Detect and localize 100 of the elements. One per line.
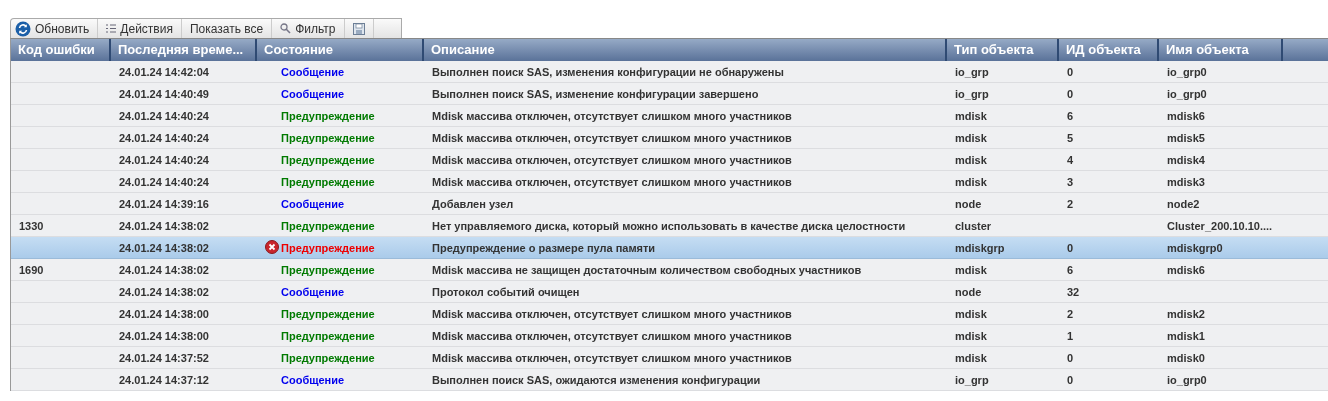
table-row[interactable]: 24.01.24 14:38:00 Предупреждение Mdisk массива отключен, отсутствует слишком много участников mdisk 2 mdisk2: [11, 303, 1328, 325]
table-cell: io_grp: [955, 88, 989, 100]
status-text: Предупреждение: [281, 154, 375, 166]
table-cell: node: [955, 198, 982, 210]
table-cell: 0: [1067, 66, 1074, 78]
table-cell: 1: [1067, 330, 1074, 342]
table-cell: mdisk6: [1167, 264, 1205, 276]
table-cell: mdisk: [955, 176, 987, 188]
table-cell: 3: [1067, 176, 1074, 188]
toolbar-button[interactable]: Фильтр: [272, 19, 345, 38]
status-text: Предупреждение: [281, 352, 375, 364]
error-icon: [265, 240, 279, 254]
refresh-icon: [15, 20, 31, 37]
table-cell: io_grp0: [1167, 66, 1207, 78]
table-cell: Выполнен поиск SAS, изменения конфигурации не обнаружены: [432, 66, 784, 78]
status-text: Предупреждение: [281, 330, 375, 342]
table-row[interactable]: 24.01.24 14:40:24 Предупреждение Mdisk массива отключен, отсутствует слишком много участников mdisk 5 mdisk5: [11, 127, 1328, 149]
toolbar-button[interactable]: Действия: [98, 19, 182, 38]
table-row[interactable]: 1690 24.01.24 14:38:02 Предупреждение Mdisk массива не защищен достаточным количеством свободных участников mdisk 6 mdisk6: [11, 259, 1328, 281]
table-cell: 24.01.24 14:40:24: [119, 176, 209, 188]
table-cell: Mdisk массива отключен, отсутствует слишком много участников: [432, 352, 792, 364]
toolbar-button[interactable]: Показать все: [181, 19, 273, 38]
table-cell: node: [955, 286, 982, 298]
status-text: Предупреждение: [281, 220, 375, 232]
table-row[interactable]: 24.01.24 14:40:24 Предупреждение Mdisk массива отключен, отсутствует слишком много участников mdisk 3 mdisk3: [11, 171, 1328, 193]
status-text: Предупреждение: [281, 242, 375, 254]
table-row[interactable]: 24.01.24 14:38:00 Предупреждение Mdisk массива отключен, отсутствует слишком много участников mdisk 1 mdisk1: [11, 325, 1328, 347]
table-cell: Mdisk массива отключен, отсутствует слишком много участников: [432, 308, 792, 320]
table-cell: Предупреждение о размере пула памяти: [432, 242, 656, 254]
table-row[interactable]: 24.01.24 14:38:02 Предупреждение Предупреждение о размере пула памяти mdiskgrp 0 mdiskgrp0: [11, 237, 1328, 259]
status-text: Сообщение: [281, 88, 345, 100]
table-cell: 2: [1067, 308, 1074, 320]
table-cell: Mdisk массива не защищен достаточным количеством свободных участников: [432, 264, 862, 276]
table-cell: 6: [1067, 110, 1074, 122]
toolbar-button[interactable]: Обновить: [11, 19, 99, 38]
table-cell: mdiskgrp0: [1167, 242, 1223, 254]
table-cell: io_grp: [955, 66, 989, 78]
table-cell: Протокол событий очищен: [432, 286, 580, 298]
table-cell: Mdisk массива отключен, отсутствует слишком много участников: [432, 176, 792, 188]
table-cell: Выполнен поиск SAS, ожидаются изменения конфигурации: [432, 374, 761, 386]
table-cell: 24.01.24 14:39:16: [119, 198, 209, 210]
status-text: Предупреждение: [281, 308, 375, 320]
table-cell: 24.01.24 14:40:24: [119, 132, 209, 144]
table-row[interactable]: 24.01.24 14:37:12 Сообщение Выполнен поиск SAS, ожидаются изменения конфигурации io_grp 0 io_grp0: [11, 369, 1328, 391]
table-cell: 0: [1067, 242, 1074, 254]
table-cell: 1690: [19, 264, 44, 276]
table-cell: io_grp0: [1167, 374, 1207, 386]
save-icon: [352, 22, 365, 35]
status-text: Предупреждение: [281, 264, 375, 276]
table-cell: io_grp: [955, 374, 989, 386]
table-cell: Выполнен поиск SAS, изменение конфигурации завершено: [432, 88, 759, 100]
table-cell: mdiskgrp: [955, 242, 1005, 254]
table-cell: mdisk3: [1167, 176, 1205, 188]
status-text: Сообщение: [281, 66, 345, 78]
table-cell: 0: [1067, 88, 1074, 100]
table-cell: node2: [1167, 198, 1200, 210]
table-row[interactable]: 1330 24.01.24 14:38:02 Предупреждение Нет управляемого диска, который можно использовать в качестве диска целостности cluster Cluster_200.10.10....: [11, 215, 1328, 237]
table-cell: mdisk0: [1167, 352, 1205, 364]
search-icon: [280, 23, 292, 34]
table-row[interactable]: 24.01.24 14:40:24 Предупреждение Mdisk массива отключен, отсутствует слишком много участников mdisk 6 mdisk6: [11, 105, 1328, 127]
table-cell: Mdisk массива отключен, отсутствует слишком много участников: [432, 330, 792, 342]
table-cell: 24.01.24 14:42:04: [119, 66, 209, 78]
table-cell: mdisk: [955, 264, 987, 276]
table-cell: mdisk: [955, 132, 987, 144]
table-row[interactable]: 24.01.24 14:42:04 Сообщение Выполнен поиск SAS, изменения конфигурации не обнаружены io_grp 0 io_grp0: [11, 61, 1328, 83]
table-row[interactable]: 24.01.24 14:40:24 Предупреждение Mdisk массива отключен, отсутствует слишком много участников mdisk 4 mdisk4: [11, 149, 1328, 171]
table-cell: 24.01.24 14:38:00: [119, 308, 209, 320]
table-cell: 24.01.24 14:40:24: [119, 154, 209, 166]
table-cell: Cluster_200.10.10....: [1167, 220, 1273, 232]
table-cell: 24.01.24 14:38:02: [119, 286, 209, 298]
table-cell: 24.01.24 14:38:02: [119, 220, 209, 232]
table-cell: mdisk: [955, 308, 987, 320]
table-cell: mdisk1: [1167, 330, 1205, 342]
table-cell: Mdisk массива отключен, отсутствует слишком много участников: [432, 110, 792, 122]
table-row[interactable]: 24.01.24 14:38:02 Сообщение Протокол событий очищен node 32: [11, 281, 1328, 303]
table-cell: 24.01.24 14:38:02: [119, 242, 209, 254]
table-cell: 0: [1067, 352, 1074, 364]
table-cell: mdisk5: [1167, 132, 1205, 144]
table-cell: 24.01.24 14:38:02: [119, 264, 209, 276]
table-cell: mdisk2: [1167, 308, 1205, 320]
table-cell: mdisk: [955, 110, 987, 122]
table-cell: 5: [1067, 132, 1074, 144]
table-cell: mdisk: [955, 330, 987, 342]
table-cell: 2: [1067, 198, 1074, 210]
status-text: Сообщение: [281, 374, 345, 386]
table-cell: Mdisk массива отключен, отсутствует слишком много участников: [432, 154, 792, 166]
status-text: Сообщение: [281, 286, 345, 298]
table-cell: Mdisk массива отключен, отсутствует слишком много участников: [432, 132, 792, 144]
table-cell: 6: [1067, 264, 1074, 276]
table-cell: 1330: [19, 220, 44, 232]
table-cell: Добавлен узел: [432, 198, 514, 210]
table-cell: 24.01.24 14:37:52: [119, 352, 209, 364]
table-cell: 24.01.24 14:37:12: [119, 374, 209, 386]
table-cell: mdisk: [955, 154, 987, 166]
table-cell: io_grp0: [1167, 88, 1207, 100]
table-row[interactable]: 24.01.24 14:37:52 Предупреждение Mdisk массива отключен, отсутствует слишком много участников mdisk 0 mdisk0: [11, 347, 1328, 369]
table-row[interactable]: 24.01.24 14:39:16 Сообщение Добавлен узел node 2 node2: [11, 193, 1328, 215]
table-cell: 24.01.24 14:40:49: [119, 88, 209, 100]
table-cell: 4: [1067, 154, 1074, 166]
table-row[interactable]: 24.01.24 14:40:49 Сообщение Выполнен поиск SAS, изменение конфигурации завершено io_grp 0 io_grp0: [11, 83, 1328, 105]
